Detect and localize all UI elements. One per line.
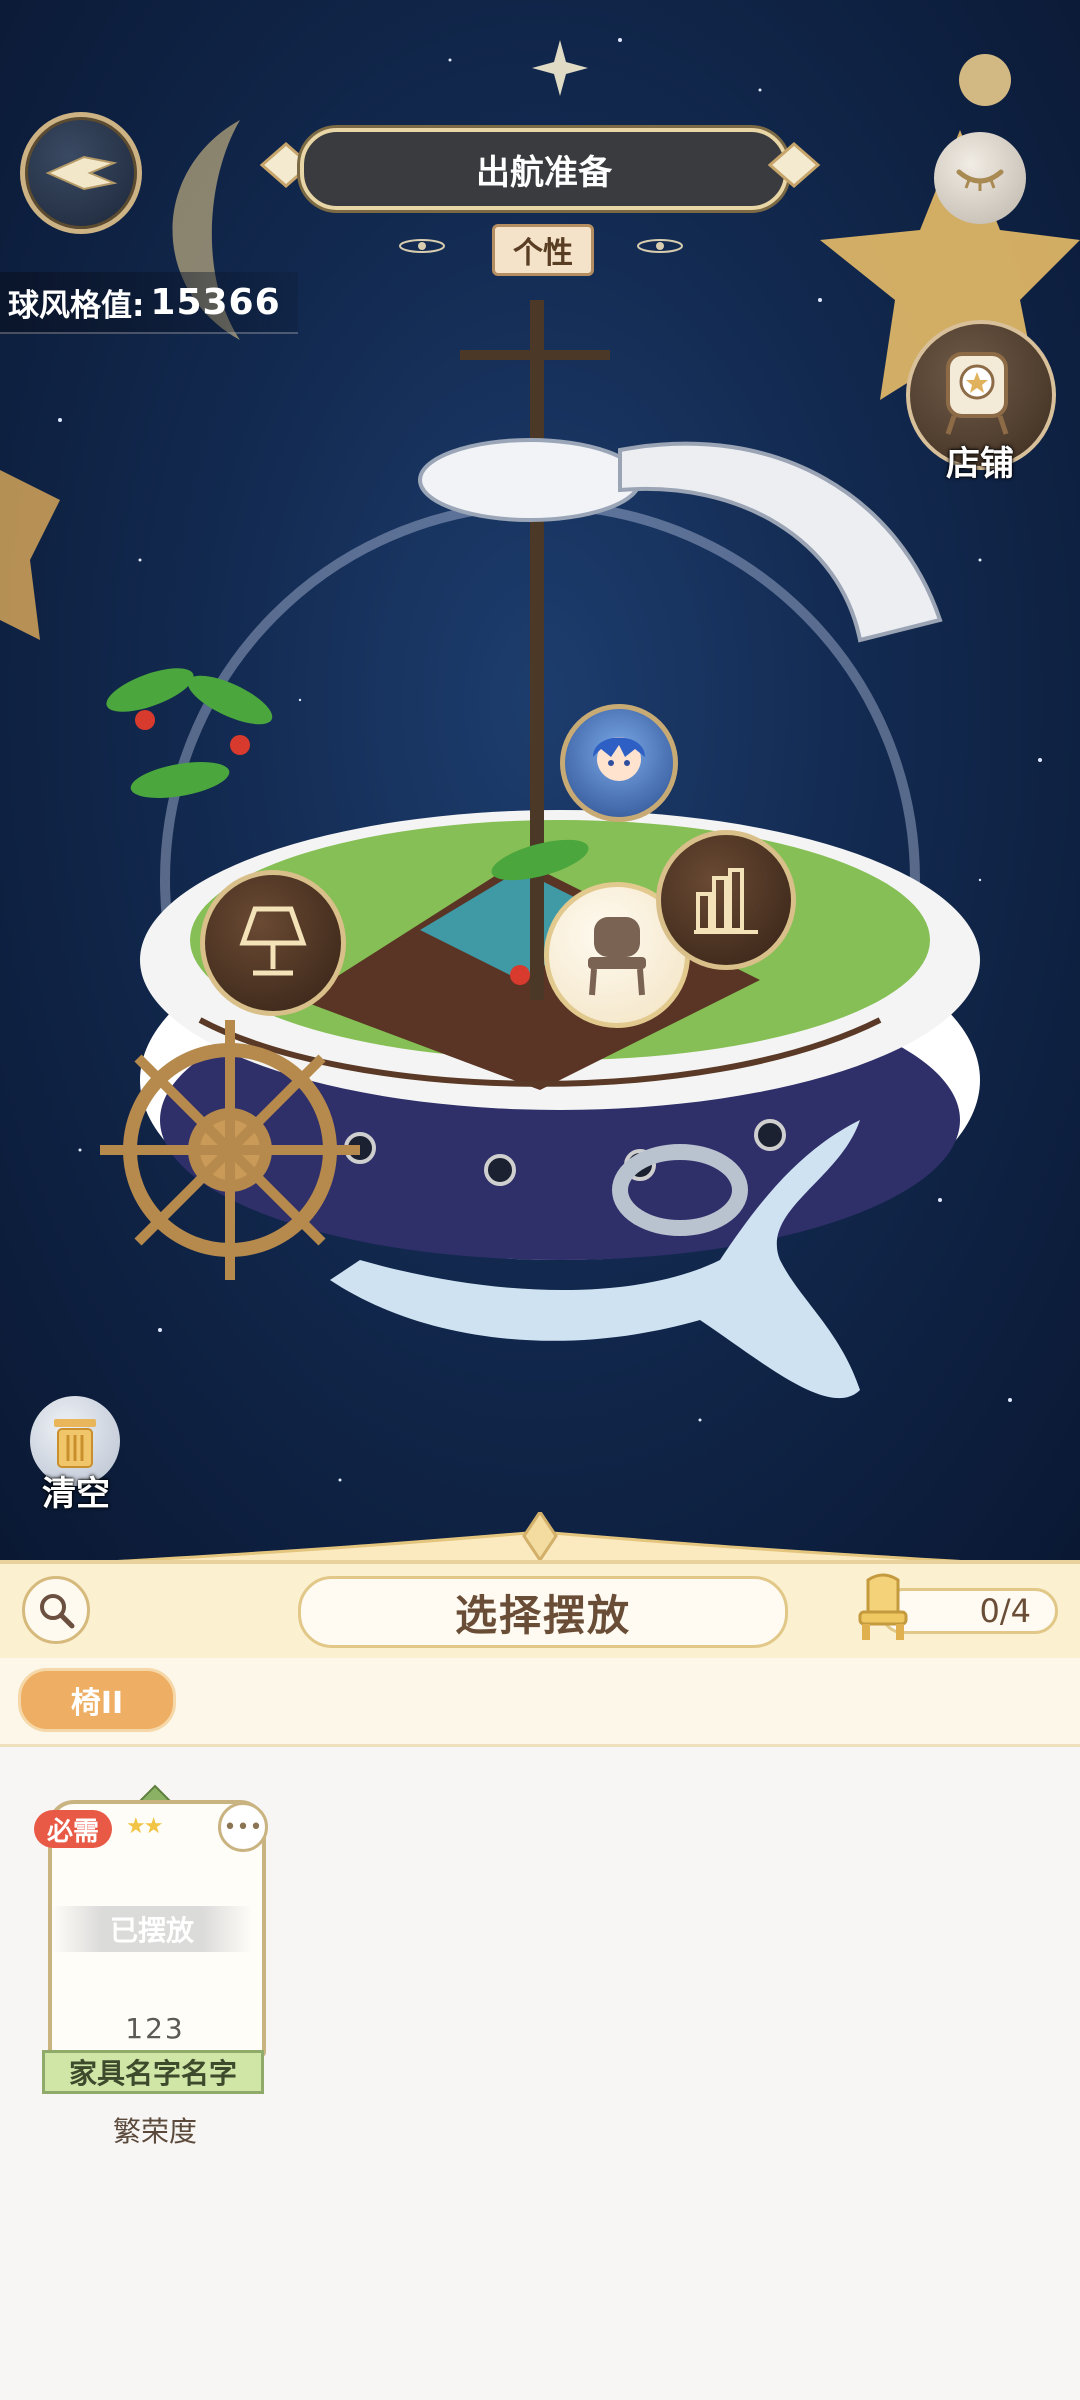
tag-ornament-left-icon	[399, 239, 445, 253]
throne-chair-icon	[858, 1573, 908, 1640]
personality-tag[interactable]: 个性	[492, 224, 594, 276]
placed-status: 已摆放	[52, 1906, 252, 1952]
rarity-stars: ★★	[126, 1814, 164, 1839]
visibility-toggle-button[interactable]	[934, 132, 1026, 224]
character-portrait-icon	[593, 737, 645, 781]
search-button[interactable]	[22, 1576, 90, 1644]
style-score-label: 球风格值:	[8, 287, 145, 324]
more-options-button[interactable]: •••	[218, 1802, 268, 1852]
lamp-slot-button[interactable]	[200, 870, 346, 1016]
star-icon: ★	[143, 1814, 164, 1839]
item-value: 123	[125, 2012, 185, 2045]
required-badge: 必需	[34, 1810, 112, 1848]
trash-can-icon	[54, 1419, 96, 1468]
island-scene[interactable]: 出航准备 个性 球风格值: 15366 店铺 清空	[0, 0, 1080, 1560]
tag-ornament-right-icon	[637, 239, 683, 253]
furniture-card[interactable]: 必需 ★★ ••• 已摆放 123 家具名字名字	[34, 1784, 268, 2100]
ellipsis-icon: •••	[223, 1814, 263, 1840]
panel-title: 选择摆放	[298, 1576, 788, 1648]
star-icon: ★	[126, 1814, 146, 1839]
title-ornament-right-icon	[767, 142, 821, 188]
prosperity-label: 繁荣度	[112, 2115, 197, 2148]
lamp-icon	[239, 906, 307, 976]
closed-eye-icon	[956, 169, 1004, 191]
bookshelf-slot-button[interactable]	[656, 830, 796, 970]
filter-chip-chair[interactable]: 椅II	[18, 1668, 176, 1732]
style-score: 球风格值: 15366	[0, 272, 298, 334]
style-score-value: 15366	[150, 281, 281, 323]
shop-label: 店铺	[946, 444, 1014, 484]
search-icon	[40, 1594, 75, 1629]
chair-icon	[588, 917, 646, 996]
bookshelf-icon	[694, 868, 758, 934]
item-name: 家具名字名字	[42, 2050, 264, 2094]
back-arrow-icon	[45, 155, 118, 191]
back-button[interactable]	[20, 112, 142, 234]
clear-label: 清空	[42, 1474, 110, 1514]
page-title: 出航准备	[300, 128, 788, 210]
character-avatar[interactable]	[560, 704, 678, 822]
